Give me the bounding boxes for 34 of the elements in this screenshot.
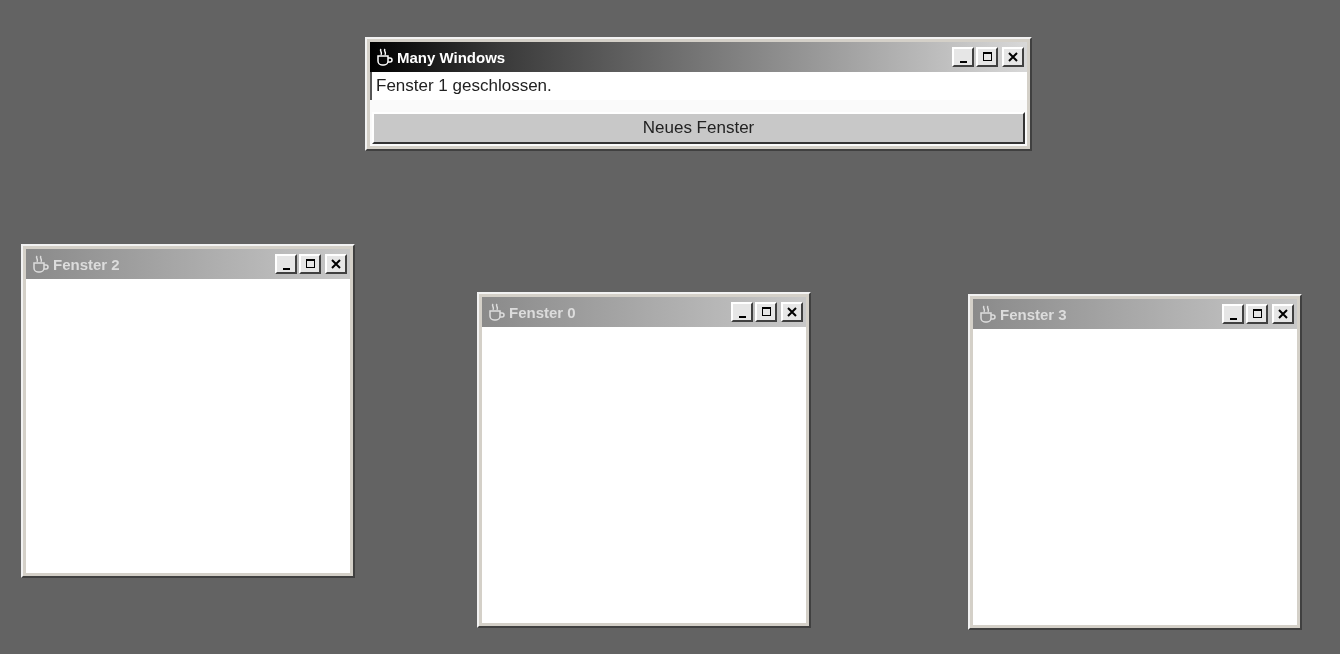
close-button[interactable] bbox=[325, 254, 347, 274]
maximize-button[interactable] bbox=[299, 254, 321, 274]
maximize-icon bbox=[303, 257, 317, 271]
minimize-icon bbox=[282, 268, 290, 270]
maximize-button[interactable] bbox=[976, 47, 998, 67]
maximize-icon bbox=[1250, 307, 1264, 321]
maximize-button[interactable] bbox=[1246, 304, 1268, 324]
minimize-button[interactable] bbox=[952, 47, 974, 67]
minimize-icon bbox=[738, 316, 746, 318]
close-icon bbox=[1276, 307, 1290, 321]
close-icon bbox=[1006, 50, 1020, 64]
close-icon bbox=[785, 305, 799, 319]
maximize-button[interactable] bbox=[755, 302, 777, 322]
cup-icon bbox=[30, 254, 50, 274]
window-title: Fenster 3 bbox=[1000, 305, 1067, 323]
maximize-icon bbox=[759, 305, 773, 319]
minimize-button[interactable] bbox=[1222, 304, 1244, 324]
status-text: Fenster 1 geschlossen. bbox=[370, 72, 1027, 100]
minimize-icon bbox=[959, 61, 967, 63]
cup-icon bbox=[374, 47, 394, 67]
window-title: Fenster 0 bbox=[509, 303, 576, 321]
close-button[interactable] bbox=[1272, 304, 1294, 324]
new-window-button[interactable]: Neues Fenster bbox=[372, 112, 1025, 144]
close-button[interactable] bbox=[781, 302, 803, 322]
minimize-button[interactable] bbox=[731, 302, 753, 322]
window-title: Many Windows bbox=[397, 48, 506, 66]
close-button[interactable] bbox=[1002, 47, 1024, 67]
maximize-icon bbox=[980, 50, 994, 64]
close-icon bbox=[329, 257, 343, 271]
cup-icon bbox=[486, 302, 506, 322]
minimize-button[interactable] bbox=[275, 254, 297, 274]
window-title: Fenster 2 bbox=[53, 255, 120, 273]
cup-icon bbox=[977, 304, 997, 324]
minimize-icon bbox=[1229, 318, 1237, 320]
